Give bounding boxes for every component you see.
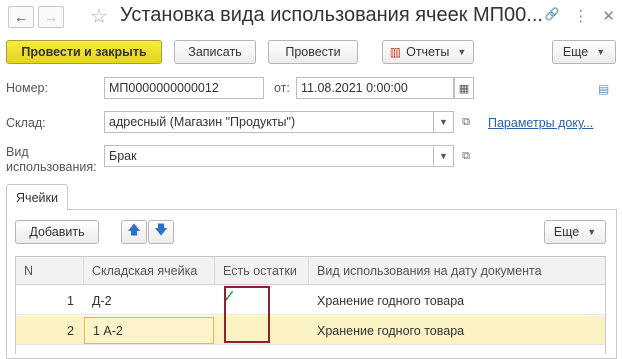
move-up-button[interactable]: 🡅 <box>121 220 147 244</box>
number-value: МП0000000000012 <box>109 81 219 95</box>
usage-value: Брак <box>109 149 137 163</box>
forward-button[interactable]: → <box>38 6 64 28</box>
chevron-down-icon: ▼ <box>439 151 448 161</box>
arrow-left-icon: ← <box>14 9 28 25</box>
warehouse-dropdown-button[interactable]: ▼ <box>434 111 454 133</box>
chevron-down-icon: ▼ <box>457 47 467 57</box>
date-field[interactable]: 11.08.2021 0:00:00 <box>296 77 454 99</box>
warehouse-field[interactable]: адресный (Магазин "Продукты") <box>104 111 434 133</box>
number-field[interactable]: МП0000000000012 <box>104 77 264 99</box>
save-button[interactable]: Записать <box>174 40 256 64</box>
post-label: Провести <box>285 45 341 59</box>
warehouse-params-link[interactable]: Параметры доку... <box>488 116 593 130</box>
row-usage: Хранение годного товара <box>317 323 465 338</box>
arrow-right-icon: → <box>44 9 58 25</box>
row-number: 1 <box>67 293 74 308</box>
warehouse-open-button[interactable]: ⧉ <box>456 111 476 133</box>
close-icon[interactable]: ✕ <box>602 7 615 25</box>
open-icon: ⧉ <box>462 115 470 128</box>
document-info-icon[interactable]: ▤ <box>598 82 609 96</box>
number-label: Номер: <box>6 81 48 95</box>
back-button[interactable]: ← <box>8 6 34 28</box>
table-header: N Складская ячейка Есть остатки Вид испо… <box>16 257 605 285</box>
chevron-down-icon: ▼ <box>439 117 448 127</box>
usage-label-line2: использования: <box>6 160 97 174</box>
usage-label-line1: Вид <box>6 145 29 159</box>
calendar-icon: ▦ <box>458 82 470 95</box>
move-down-button[interactable]: 🡇 <box>148 220 174 244</box>
post-button[interactable]: Провести <box>268 40 358 64</box>
calendar-button[interactable]: ▦ <box>454 77 474 99</box>
add-label: Добавить <box>29 225 85 239</box>
chevron-down-icon: ▼ <box>596 47 606 57</box>
tab-cells-label: Ячейки <box>16 190 58 205</box>
warehouse-label: Склад: <box>6 116 46 130</box>
row-usage: Хранение годного товара <box>317 293 465 308</box>
save-label: Записать <box>188 45 242 59</box>
report-icon: ▥ <box>389 45 402 59</box>
date-label: от: <box>274 81 290 95</box>
row-number: 2 <box>67 323 74 338</box>
favorite-star-icon[interactable]: ☆ <box>90 4 108 29</box>
more-label: Еще <box>562 45 589 59</box>
row-cell-editing[interactable]: 1 А-2 <box>84 317 214 344</box>
header-usage-on-date[interactable]: Вид использования на дату документа <box>309 257 605 285</box>
post-and-close-button[interactable]: Провести и закрыть <box>6 40 162 64</box>
reports-button[interactable]: ▥ Отчеты ▼ <box>382 40 474 64</box>
link-icon[interactable]: 🔗 <box>544 7 559 25</box>
usage-dropdown-button[interactable]: ▼ <box>434 145 454 167</box>
arrow-down-icon: 🡇 <box>154 222 168 237</box>
usage-field[interactable]: Брак <box>104 145 434 167</box>
page-title: Установка вида использования ячеек МП00.… <box>120 4 543 26</box>
arrow-up-icon: 🡅 <box>127 222 141 237</box>
open-icon: ⧉ <box>462 149 470 162</box>
tab-cells[interactable]: Ячейки <box>6 184 68 210</box>
header-cell[interactable]: Складская ячейка <box>84 257 215 285</box>
more-vert-icon[interactable]: ⋮ <box>573 7 588 25</box>
cells-more-button[interactable]: Еще ▼ <box>544 220 606 244</box>
row-cell[interactable]: Д-2 <box>84 286 215 315</box>
cells-table: N Складская ячейка Есть остатки Вид испо… <box>15 256 606 354</box>
reports-label: Отчеты <box>406 45 450 59</box>
more-button[interactable]: Еще ▼ <box>552 40 616 64</box>
header-has-stock[interactable]: Есть остатки <box>215 257 309 285</box>
chevron-down-icon: ▼ <box>587 227 597 237</box>
cells-more-label: Еще <box>553 225 580 239</box>
table-row[interactable]: 2 1 А-2 Хранение годного товара <box>16 316 605 345</box>
annotation-highlight-box <box>224 286 270 343</box>
add-button[interactable]: Добавить <box>15 220 99 244</box>
table-row[interactable]: 1 Д-2 ✓ Хранение годного товара <box>16 286 605 315</box>
warehouse-value: адресный (Магазин "Продукты") <box>109 115 296 129</box>
date-value: 11.08.2021 0:00:00 <box>301 81 408 95</box>
header-n[interactable]: N <box>16 257 84 285</box>
usage-open-button[interactable]: ⧉ <box>456 145 476 167</box>
post-and-close-label: Провести и закрыть <box>21 45 147 59</box>
